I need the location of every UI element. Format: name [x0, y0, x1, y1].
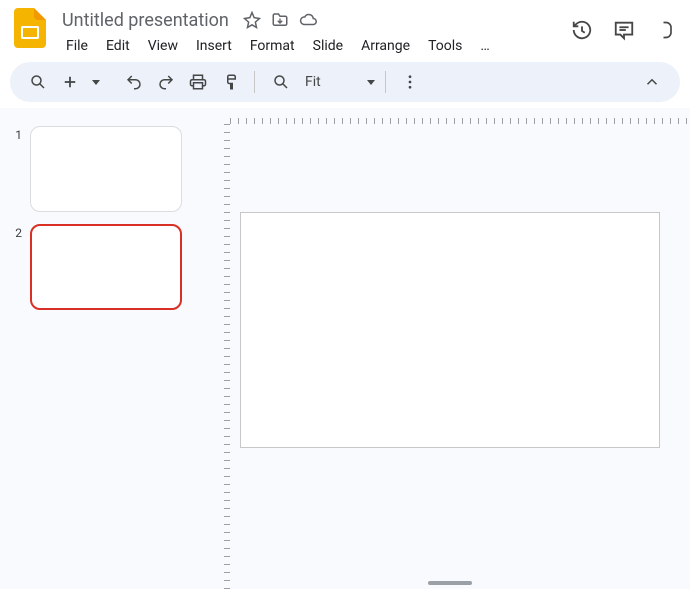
collapse-toolbar-button[interactable] — [638, 68, 666, 96]
zoom-icon[interactable] — [267, 68, 295, 96]
menu-view[interactable]: View — [140, 34, 186, 58]
slide-number: 2 — [10, 224, 22, 240]
comment-icon[interactable] — [612, 18, 636, 42]
title-icons — [243, 11, 317, 29]
toolbar-separator — [385, 71, 386, 93]
print-button[interactable] — [184, 68, 212, 96]
search-menus-button[interactable] — [24, 68, 52, 96]
header: Untitled presentation File Edit View — [0, 0, 690, 62]
slide-thumb-row: 1 — [10, 126, 200, 212]
menu-bar: File Edit View Insert Format Slide Arran… — [58, 32, 498, 62]
toolbar-wrap: Fit — [0, 62, 690, 102]
undo-button[interactable] — [120, 68, 148, 96]
new-slide-button[interactable] — [56, 68, 84, 96]
header-right — [570, 8, 680, 42]
menu-insert[interactable]: Insert — [188, 34, 240, 58]
menu-tools[interactable]: Tools — [420, 34, 470, 58]
canvas-area — [210, 108, 690, 589]
slide-number: 1 — [10, 126, 22, 142]
title-row: Untitled presentation — [58, 8, 498, 32]
slides-app-logo[interactable] — [10, 8, 50, 48]
slide-canvas[interactable] — [240, 212, 660, 448]
zoom-label[interactable]: Fit — [301, 74, 325, 90]
title-block: Untitled presentation File Edit View — [58, 8, 498, 62]
slide-thumbnail-1[interactable] — [30, 126, 182, 212]
paint-format-button[interactable] — [216, 68, 244, 96]
toolbar-separator — [254, 71, 255, 93]
cloud-status-icon[interactable] — [299, 11, 317, 29]
partial-icon[interactable] — [654, 18, 678, 42]
slide-thumbnail-2[interactable] — [30, 224, 182, 310]
speaker-notes-handle[interactable] — [428, 581, 472, 585]
chevron-down-icon — [367, 80, 375, 85]
new-slide-dropdown[interactable] — [88, 68, 104, 96]
workspace: 1 2 — [0, 108, 690, 589]
menu-file[interactable]: File — [58, 34, 96, 58]
ruler-vertical[interactable] — [216, 124, 230, 589]
canvas-inner — [240, 132, 676, 575]
move-folder-icon[interactable] — [271, 11, 289, 29]
menu-slide[interactable]: Slide — [305, 34, 351, 58]
menu-more[interactable]: … — [472, 34, 497, 58]
menu-arrange[interactable]: Arrange — [353, 34, 418, 58]
ruler-horizontal[interactable] — [230, 108, 690, 124]
menu-edit[interactable]: Edit — [98, 34, 138, 58]
more-tools-button[interactable] — [396, 68, 424, 96]
star-icon[interactable] — [243, 11, 261, 29]
zoom-dropdown[interactable] — [331, 68, 375, 96]
menu-format[interactable]: Format — [242, 34, 303, 58]
slide-panel: 1 2 — [0, 108, 210, 589]
header-left: Untitled presentation File Edit View — [10, 8, 498, 62]
history-icon[interactable] — [570, 18, 594, 42]
toolbar: Fit — [10, 62, 680, 102]
slide-thumb-row: 2 — [10, 224, 200, 310]
doc-title[interactable]: Untitled presentation — [58, 10, 233, 31]
zoom-group: Fit — [265, 68, 375, 96]
redo-button[interactable] — [152, 68, 180, 96]
chevron-down-icon — [92, 80, 100, 85]
